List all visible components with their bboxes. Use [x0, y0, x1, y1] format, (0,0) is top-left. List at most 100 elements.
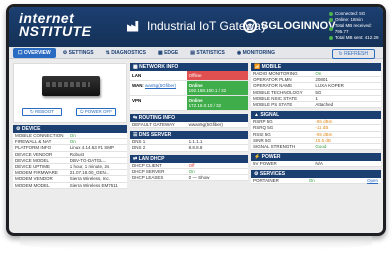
network-title: NETWORK INFO: [139, 64, 179, 70]
table-row: DNS 2 8.8.8.8: [130, 145, 248, 152]
row-key: RSRQ 5G: [253, 125, 274, 131]
table-row: 5V POWER N/A: [251, 161, 381, 168]
row-value: Sierra Wireless EM7511: [69, 182, 118, 188]
power-off-button[interactable]: ⏻ POWER OFF: [76, 108, 116, 116]
signal-title: SIGNAL: [260, 112, 280, 119]
wan-row: WAN: wan5g(5Gfiber) Online 192.168.100.1 …: [130, 81, 248, 96]
lan-status: Offline: [186, 71, 248, 80]
row-value: -95 dBm: [315, 119, 333, 125]
row-value: 1: [315, 95, 318, 101]
vpn-label: VPN: [132, 98, 142, 103]
row-key: RADIO MONITORING: [253, 71, 298, 76]
brand: ◎ SGLOGINNOV: [243, 19, 336, 33]
mobile-rows: RADIO MONITORING On OPERATOR PLMN 20801 OPER…: [251, 71, 381, 109]
row-value: Robust: [69, 151, 84, 157]
row-key: DHCP LEASES: [132, 174, 164, 180]
table-row: MOBILE PS STATE Attached: [251, 101, 381, 109]
row-key: DNS 1: [132, 139, 146, 145]
row-key: MODEM VENDOR: [15, 176, 53, 182]
row-key: OPERATOR PLMN: [253, 77, 292, 83]
mobile-title: MOBILE: [261, 64, 282, 70]
row-key: RSSI 5G: [253, 131, 271, 137]
network-column: ▦ NETWORK INFO LAN Offline WAN: wan5g(5G…: [130, 63, 248, 182]
row-key: DEFAULT GATEWAY: [132, 122, 175, 127]
row-key: PORTAINER: [253, 178, 279, 184]
row-key: MODEM MODEL: [15, 182, 50, 188]
table-row: DHCP LEASES 0 — Show: [130, 174, 248, 182]
row-value: Good: [315, 143, 327, 149]
tab-label: STATISTICS: [196, 49, 225, 56]
table-row: PORTAINER On Open: [251, 178, 381, 185]
row-key: DEVICE MODEL: [15, 157, 50, 163]
reboot-label: REBOOT: [35, 109, 55, 114]
status-line: Total MB sent: 412.29: [335, 35, 379, 40]
tab-edge[interactable]: ▦ EDGE: [153, 48, 183, 58]
row-key: MOBILE TECHNOLOGY: [253, 89, 303, 95]
row-value: Off: [188, 162, 195, 168]
signal-rows: RSRP 5G -95 dBm RSRQ 5G -11 dB RSSI 5G -65 dB…: [251, 119, 381, 151]
tab-diagnostics[interactable]: ⇅ DIAGNOSTICS: [101, 48, 151, 58]
refresh-button[interactable]: ↻ REFRESH: [331, 49, 375, 59]
table-row: MODEM MODEL Sierra Wireless EM7511: [13, 182, 127, 189]
row-value: Sierra Wireless, Inc.: [69, 176, 110, 182]
row-key: MODEM FIRMWARE: [15, 170, 58, 176]
table-row: SIGNAL STRENGTH Good: [251, 143, 381, 151]
tab-label: MONITORING: [242, 49, 275, 56]
router-image: [42, 76, 100, 96]
row-value: 15.5 dB: [315, 137, 331, 143]
tab-monitoring[interactable]: ◉ MONITORING: [232, 48, 280, 58]
row-value: -11 dB: [315, 125, 329, 131]
dhcp-rows: DHCP CLIENT Off DHCP SERVER On DHCP LEASES 0 …: [130, 162, 248, 182]
brand-text: SGLOGINNOV: [261, 20, 336, 32]
row-value: On: [188, 168, 195, 174]
row-key: DHCP CLIENT: [132, 162, 162, 168]
device-image-panel: ↻ REBOOT ⏻ POWER OFF: [13, 63, 127, 123]
tab-label: SETTINGS: [68, 49, 94, 56]
row-key: PLATFORM INFO: [15, 145, 52, 151]
row-key: DEVICE UPTIME: [15, 163, 51, 169]
tab-overview[interactable]: ☐ OVERVIEW: [13, 47, 56, 58]
wan-link[interactable]: wan5g(5Gfiber): [145, 83, 176, 88]
row-value: 20801: [315, 77, 328, 83]
tab-label: EDGE: [164, 49, 179, 56]
row-value: LUXA KOPER: [315, 83, 344, 89]
row-key: SINR 5G: [253, 137, 272, 143]
device-title: DEVICE: [21, 126, 41, 132]
row-value: 1.1.1.1: [188, 139, 203, 145]
panel-title: ▦ NETWORK INFO: [130, 63, 248, 71]
table-row: DEFAULT GATEWAY wwan5g(5Gfiber): [130, 122, 248, 129]
tab-statistics[interactable]: ▤ STATISTICS: [185, 48, 230, 58]
panel-title: ⚙ DEVICE: [13, 125, 127, 133]
row-value: 21.07.18.00_GEN...: [69, 170, 110, 176]
header: internet NSTITUTE Industrial IoT Gateway…: [9, 7, 383, 47]
reboot-button[interactable]: ↻ REBOOT: [22, 108, 62, 116]
refresh-label: REFRESH: [344, 51, 368, 57]
row-key: DEVICE VENDOR: [15, 151, 53, 157]
row-value: wwan5g(5Gfiber): [188, 122, 223, 127]
dns-rows: DNS 1 1.1.1.1 DNS 2 8.8.8.8: [130, 139, 248, 152]
row-key: MOBILE PS STATE: [253, 101, 293, 107]
row-key: DNS 2: [132, 145, 146, 151]
lan-dhcp-title: LAN DHCP: [138, 155, 165, 162]
tab-label: OVERVIEW: [23, 49, 51, 56]
wan-ip: 192.168.100.1 / 32: [188, 88, 227, 93]
open-link[interactable]: Open: [367, 178, 378, 183]
panel-title: ⇆ ROUTING INFO: [130, 114, 248, 122]
dns-title: DNS SERVER: [138, 132, 172, 139]
tab-settings[interactable]: ⚙ SETTINGS: [58, 48, 99, 58]
device-panel: ⚙ DEVICE MOBILE CONNECTION On FIREWALL & N…: [13, 125, 127, 189]
power-off-label: POWER OFF: [84, 109, 113, 114]
vpn-ip: 172.16.0.10 / 32: [188, 103, 222, 108]
panel-title: ⇄ LAN DHCP: [130, 154, 248, 163]
device-rows: MOBILE CONNECTION On FIREWALL & NAT On PLATF…: [13, 133, 127, 189]
power-rows: 5V POWER N/A: [251, 161, 381, 168]
row-key: 5V POWER: [253, 161, 277, 167]
factory-icon: [127, 20, 139, 32]
logo-line-2: NSTITUTE: [19, 23, 92, 39]
panel-title: ⚡ POWER: [251, 153, 381, 162]
logo: internet NSTITUTE: [19, 11, 92, 39]
power-title: POWER: [261, 154, 281, 161]
row-key: MOBILE NSIC STATE: [253, 95, 298, 101]
lan-row: LAN Offline: [130, 71, 248, 81]
services-rows: PORTAINER On Open: [251, 178, 381, 185]
